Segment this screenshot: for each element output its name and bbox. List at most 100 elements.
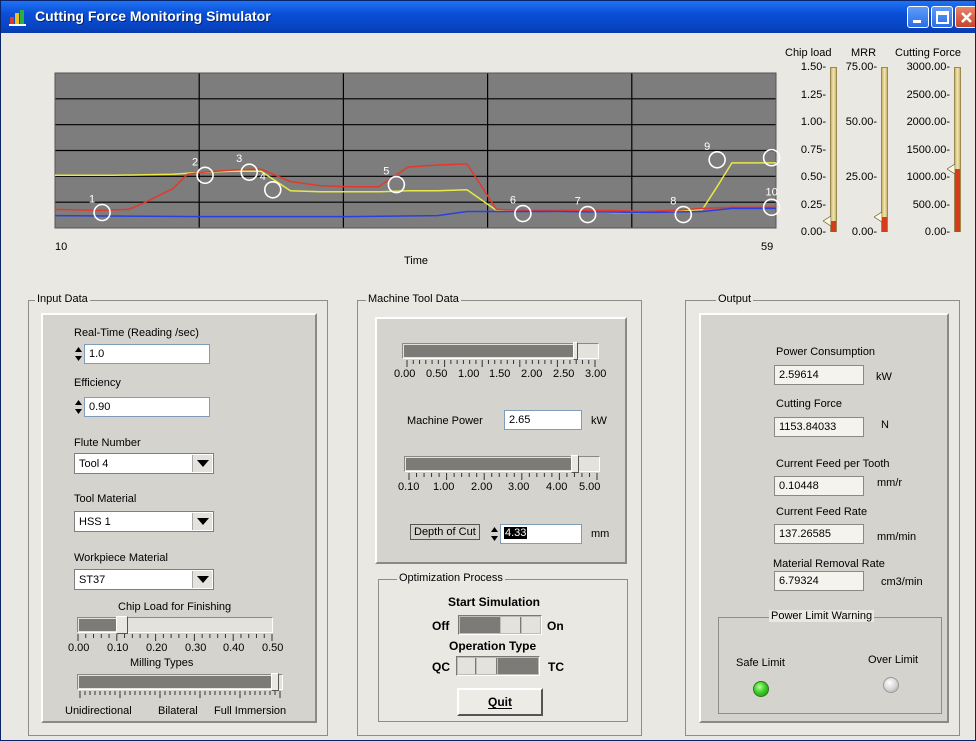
efficiency-input[interactable] [84,397,210,417]
cutting-force-unit: N [881,419,889,431]
gauge-tick-label: 25.00- [845,171,877,183]
depth-tick-3: 3.00 [508,481,530,493]
milling-types-slider-fill [79,676,273,688]
milling-types-slider-thumb[interactable] [271,673,279,691]
gauge-tick-label: 1.50- [800,61,826,73]
depth-tick-5: 5.00 [579,481,601,493]
simulation-toggle[interactable] [458,615,542,635]
chip-tick-3: 0.30 [185,642,207,654]
gauge-title-chip-load: Chip load [785,47,832,59]
workpiece-material-select[interactable]: ST37 [74,569,214,590]
gauge-title-mrr: MRR [851,47,877,59]
chip-load-ticks [77,634,273,641]
close-button[interactable] [955,6,975,28]
machine-power-slider[interactable] [402,342,599,360]
gauge-tick-label: 1000.00- [906,171,950,183]
machine-power-slider-thumb[interactable] [573,342,579,360]
machine-power-slider-fill [404,345,576,357]
machine-tool-data-title: Machine Tool Data [366,293,461,305]
flute-number-label: Flute Number [74,437,141,449]
plot-area: 1 2 3 4 5 6 7 8 9 10 [54,72,781,229]
cutting-force-label: Cutting Force [776,398,843,410]
efficiency-spinner-icon[interactable] [74,397,83,417]
simulation-toggle-empty [522,617,540,633]
input-data-title: Input Data [35,293,90,305]
maximize-button[interactable] [931,6,953,28]
app-window: Cutting Force Monitoring Simulator 1 2 3 4 5… [0,0,976,741]
off-label: Off [432,619,450,633]
operation-toggle-knob[interactable] [477,658,497,674]
minimize-icon [913,20,921,23]
depth-spinner-icon[interactable] [490,524,499,544]
chip-tick-4: 0.40 [223,642,245,654]
power-tick-2: 1.00 [458,368,480,380]
maximize-icon [936,11,949,24]
chevron-down-icon[interactable] [192,455,212,472]
feed-per-tooth-unit: mm/r [877,477,903,489]
gauge-tick-label: 1.25- [800,88,826,101]
quit-button[interactable]: Quit [457,688,543,716]
milling-option-unidirectional: Unidirectional [65,705,132,717]
depth-of-cut-slider-thumb[interactable] [570,455,579,473]
depth-tick-1: 1.00 [433,481,455,493]
chevron-down-icon[interactable] [192,571,212,588]
event-marker-label: 3 [236,153,242,165]
feed-rate-value: 137.26585 [774,524,864,544]
milling-option-bilateral: Bilateral [158,705,198,717]
workpiece-material-value: ST37 [79,574,106,586]
minimize-button[interactable] [907,6,929,28]
event-marker-label: 8 [670,196,676,208]
tool-material-select[interactable]: HSS 1 [74,511,214,532]
gauge-tick-label: 2500.00- [906,88,950,101]
simulation-toggle-knob[interactable] [501,617,521,633]
gauge-tick-label: 0.00- [924,226,950,238]
chevron-down-icon[interactable] [192,513,212,530]
close-icon [961,12,972,23]
start-simulation-label: Start Simulation [448,595,541,609]
gauge-tick-label: 1.00- [800,116,826,128]
chip-load-slider[interactable] [77,616,273,634]
over-limit-label: Over Limit [868,654,919,666]
safe-limit-label: Safe Limit [736,657,785,669]
operation-type-toggle[interactable] [456,656,540,676]
gauge-pointer-icon[interactable] [874,212,882,223]
chip-tick-0: 0.00 [68,642,90,654]
event-marker-label: 1 [89,194,95,206]
gauge-tick-label: 500.00- [912,198,950,211]
feed-rate-label: Current Feed Rate [776,506,868,518]
depth-tick-2: 2.00 [471,481,493,493]
gauge-pointer-icon[interactable] [947,163,955,174]
title-bar[interactable]: Cutting Force Monitoring Simulator [1,1,975,33]
gauge-tick-label: 0.00- [851,226,877,238]
gauge-fill [955,168,960,232]
gauge-tick-label: 0.50- [800,171,826,183]
mrr-label: Material Removal Rate [773,558,885,570]
milling-types-slider[interactable] [77,673,283,691]
event-marker-label: 2 [192,156,198,168]
event-marker-label: 9 [704,141,710,153]
event-marker-label: 6 [510,195,516,207]
chip-load-slider-thumb[interactable] [116,616,128,634]
depth-of-cut-slider[interactable] [404,455,600,473]
machine-power-input[interactable] [504,410,582,430]
gauge-title-cutting-force: Cutting Force [895,47,962,59]
realtime-spinner-icon[interactable] [74,344,83,364]
power-ticks [406,360,596,367]
power-tick-4: 2.00 [521,368,543,380]
realtime-input[interactable] [84,344,210,364]
operation-type-label: Operation Type [449,639,537,653]
gauge-pointer-icon[interactable] [823,216,831,226]
machine-power-label: Machine Power [407,415,483,427]
depth-of-cut-field[interactable]: 4.33 [500,524,582,544]
flute-number-select[interactable]: Tool 4 [74,453,214,474]
gauge-tick-label: 3000.00- [906,61,950,73]
feed-per-tooth-value: 0.10448 [774,476,864,496]
power-tick-5: 2.50 [553,368,575,380]
optimization-title: Optimization Process [397,572,505,584]
chip-tick-5: 0.50 [262,642,284,654]
power-tick-1: 0.50 [426,368,448,380]
milling-ticks [79,691,281,698]
x-axis-title: Time [404,255,429,267]
tool-material-label: Tool Material [74,493,137,505]
chip-load-finishing-label: Chip Load for Finishing [118,601,232,613]
